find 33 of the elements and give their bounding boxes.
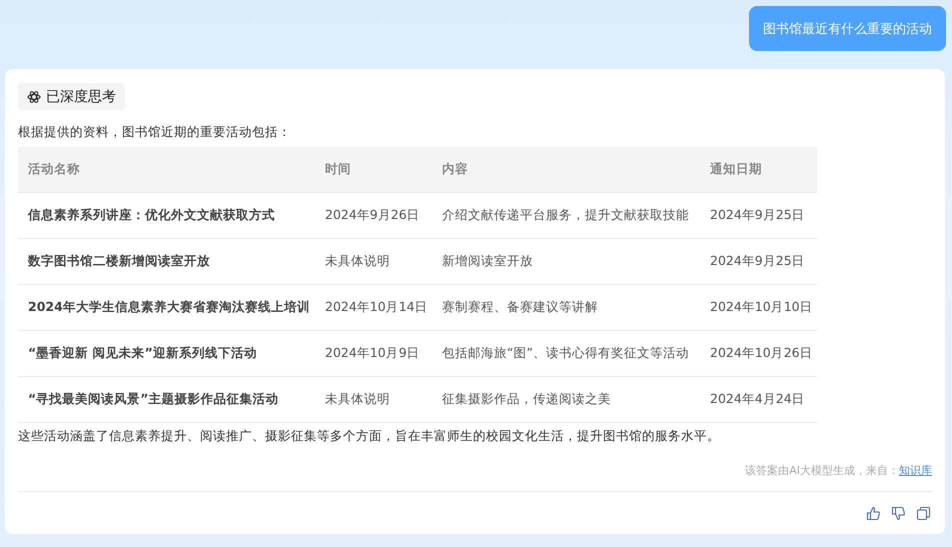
atom-icon [27, 90, 41, 104]
table-cell: 未具体说明 [315, 238, 432, 284]
table-cell: 介绍文献传递平台服务，提升文献获取技能 [432, 192, 700, 238]
table-cell: 2024年9月25日 [700, 238, 817, 284]
table-cell: 征集摄影作品，传递阅读之美 [432, 376, 700, 422]
column-header: 时间 [315, 147, 432, 192]
table-cell: 赛制赛程、备赛建议等讲解 [432, 284, 700, 330]
table-cell: 新增阅读室开放 [432, 238, 700, 284]
table-cell: 未具体说明 [315, 376, 432, 422]
column-header: 通知日期 [700, 147, 817, 192]
table-cell: 2024年9月26日 [315, 192, 432, 238]
table-cell: 2024年10月26日 [700, 330, 817, 376]
table-cell: 2024年10月9日 [315, 330, 432, 376]
thumbs-up-icon[interactable] [866, 506, 881, 521]
thinking-chip[interactable]: 已深度思考 [18, 83, 125, 110]
summary-text: 这些活动涵盖了信息素养提升、阅读推广、摄影征集等多个方面，旨在丰富师生的校园文化生活，提升图书馆的服务水平。 [18, 428, 721, 445]
thumbs-down-icon[interactable] [891, 506, 906, 521]
table-cell: 2024年9月25日 [700, 192, 817, 238]
table-cell: 2024年10月10日 [700, 284, 817, 330]
user-message: 图书馆最近有什么重要的活动 [749, 6, 946, 51]
table-cell: 信息素养系列讲座：优化外文文献获取方式 [18, 192, 315, 238]
table-cell: 2024年大学生信息素养大赛省赛淘汰赛线上培训 [18, 284, 315, 330]
source-note: 该答案由AI大模型生成，来自：知识库 [745, 463, 932, 478]
column-header: 内容 [432, 147, 700, 192]
table-cell: “墨香迎新 阅见未来”迎新系列线下活动 [18, 330, 315, 376]
column-header: 活动名称 [18, 147, 315, 192]
intro-text: 根据提供的资料，图书馆近期的重要活动包括： [18, 124, 292, 141]
copy-icon[interactable] [916, 506, 931, 521]
table-cell: “寻找最美阅读风景”主题摄影作品征集活动 [18, 376, 315, 422]
table-cell: 包括邮海旅“图”、读书心得有奖征文等活动 [432, 330, 700, 376]
table-cell: 2024年4月24日 [700, 376, 817, 422]
table-cell: 2024年10月14日 [315, 284, 432, 330]
table-cell: 数字图书馆二楼新增阅读室开放 [18, 238, 315, 284]
